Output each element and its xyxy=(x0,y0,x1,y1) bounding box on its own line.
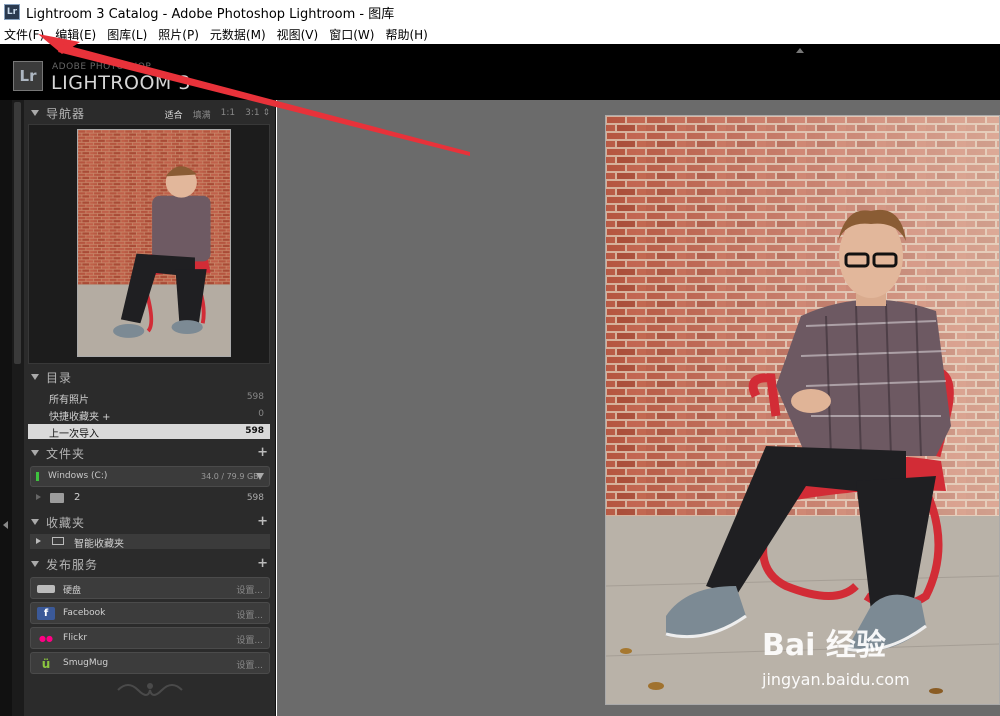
menu-photo[interactable]: 照片(P) xyxy=(158,26,199,43)
service-name: 硬盘 xyxy=(63,586,82,596)
add-publish-service-icon[interactable]: + xyxy=(257,556,268,571)
expand-triangle-icon[interactable] xyxy=(36,494,41,500)
menu-file[interactable]: 文件(F) xyxy=(4,26,44,43)
service-name: SmugMug xyxy=(63,658,109,668)
window-title: Lightroom 3 Catalog - Adobe Photoshop Li… xyxy=(26,6,395,22)
folders-title: 文件夹 xyxy=(46,446,86,461)
menu-window[interactable]: 窗口(W) xyxy=(329,26,374,43)
menu-edit[interactable]: 编辑(E) xyxy=(55,26,96,43)
scrollbar-thumb[interactable] xyxy=(14,102,21,364)
hard-drive-icon xyxy=(37,585,55,593)
catalog-row-label: 快捷收藏夹 + xyxy=(49,412,111,423)
navigator-header[interactable]: 导航器 适合 填满 1:1 3:1 ⇕ xyxy=(24,103,275,123)
smugmug-icon: ü xyxy=(41,656,51,671)
service-settings-button[interactable]: 设置... xyxy=(236,608,263,621)
flickr-icon: ●● xyxy=(39,634,53,643)
collections-header[interactable]: 收藏夹 + xyxy=(24,512,275,532)
smart-collections-row[interactable]: 智能收藏夹 xyxy=(30,534,270,550)
collapse-triangle-icon xyxy=(31,561,39,567)
zoom-1-1[interactable]: 1:1 xyxy=(221,108,235,121)
service-name: Flickr xyxy=(63,633,88,643)
baidu-watermark: Bai 经验 jingyan.baidu.com xyxy=(762,620,998,716)
catalog-quick-collection[interactable]: 快捷收藏夹 + 0 xyxy=(28,407,270,423)
title-bar: Lr Lightroom 3 Catalog - Adobe Photoshop… xyxy=(0,0,1000,24)
menu-library[interactable]: 图库(L) xyxy=(107,26,147,43)
service-settings-button[interactable]: 设置... xyxy=(236,633,263,646)
watermark-url: jingyan.baidu.com xyxy=(762,670,910,689)
menu-bar: 文件(F) 编辑(E) 图库(L) 照片(P) 元数据(M) 视图(V) 窗口(… xyxy=(0,24,1000,44)
catalog-row-count: 598 xyxy=(246,392,264,402)
facebook-icon: f xyxy=(37,607,55,620)
catalog-row-count: 0 xyxy=(258,409,264,419)
left-panel: 导航器 适合 填满 1:1 3:1 ⇕ 目录 所有照片 598 快捷收藏夹 + … xyxy=(24,100,276,716)
catalog-row-label: 所有照片 xyxy=(49,395,89,406)
main-photo[interactable] xyxy=(605,115,1000,705)
panel-end-ornament-icon xyxy=(117,683,183,696)
zoom-3-1[interactable]: 3:1 ⇕ xyxy=(245,108,270,121)
zoom-fit[interactable]: 适合 xyxy=(165,108,183,121)
brand-title: LIGHTROOM 3 xyxy=(51,72,191,94)
catalog-row-label: 上一次导入 xyxy=(49,429,99,440)
zoom-fill[interactable]: 填满 xyxy=(193,108,211,121)
navigator-thumbnail[interactable] xyxy=(77,129,231,357)
publish-service-smugmug[interactable]: ü SmugMug 设置... xyxy=(30,652,270,674)
expand-triangle-icon[interactable] xyxy=(36,538,41,544)
menu-help[interactable]: 帮助(H) xyxy=(385,26,427,43)
left-panel-edge xyxy=(0,100,12,716)
lightroom-logo-icon: Lr xyxy=(13,61,43,91)
service-settings-button[interactable]: 设置... xyxy=(236,583,263,596)
collapse-triangle-icon xyxy=(31,110,39,116)
menu-metadata[interactable]: 元数据(M) xyxy=(210,26,266,43)
service-name: Facebook xyxy=(63,608,106,618)
volume-status-icon xyxy=(36,472,39,481)
add-collection-icon[interactable]: + xyxy=(257,514,268,529)
add-folder-icon[interactable]: + xyxy=(257,445,268,460)
collapse-triangle-icon xyxy=(31,374,39,380)
folder-row[interactable]: 2 598 xyxy=(30,489,270,507)
volume-bar[interactable]: Windows (C:) 34.0 / 79.9 GB xyxy=(30,466,270,487)
collapse-triangle-icon xyxy=(31,519,39,525)
top-panel-toggle-icon[interactable] xyxy=(796,48,804,53)
folder-icon xyxy=(50,493,64,503)
navigator-preview[interactable] xyxy=(28,124,270,364)
smart-collection-label: 智能收藏夹 xyxy=(74,539,124,550)
watermark-logo: Bai 经验 xyxy=(762,628,886,663)
volume-menu-icon[interactable] xyxy=(256,473,264,480)
catalog-title: 目录 xyxy=(46,370,73,385)
navigator-zoom-options: 适合 填满 1:1 3:1 ⇕ xyxy=(165,108,270,121)
catalog-previous-import[interactable]: 上一次导入 598 xyxy=(28,424,270,440)
publish-service-flickr[interactable]: ●● Flickr 设置... xyxy=(30,627,270,649)
volume-size: 34.0 / 79.9 GB xyxy=(201,472,259,481)
left-panel-scrollbar[interactable] xyxy=(12,100,24,716)
service-settings-button[interactable]: 设置... xyxy=(236,658,263,671)
folder-name: 2 xyxy=(74,492,81,503)
volume-name: Windows (C:) xyxy=(48,471,108,481)
collapse-triangle-icon xyxy=(31,450,39,456)
collection-set-icon xyxy=(52,537,64,545)
publish-service-facebook[interactable]: f Facebook 设置... xyxy=(30,602,270,624)
collections-title: 收藏夹 xyxy=(46,515,86,530)
identity-plate: Lr ADOBE PHOTOSHOP LIGHTROOM 3 xyxy=(0,44,1000,100)
catalog-all-photos[interactable]: 所有照片 598 xyxy=(28,390,270,406)
catalog-row-count: 598 xyxy=(245,426,264,436)
publish-services-header[interactable]: 发布服务 + xyxy=(24,554,275,574)
left-panel-toggle-icon[interactable] xyxy=(3,521,8,529)
publish-service-hard-drive[interactable]: 硬盘 设置... xyxy=(30,577,270,599)
brand-subtitle: ADOBE PHOTOSHOP xyxy=(52,62,152,72)
navigator-title: 导航器 xyxy=(46,106,86,121)
catalog-header[interactable]: 目录 xyxy=(24,367,275,387)
folder-count: 598 xyxy=(246,493,264,503)
menu-view[interactable]: 视图(V) xyxy=(277,26,319,43)
lightroom-app-icon: Lr xyxy=(4,4,20,20)
folders-header[interactable]: 文件夹 + xyxy=(24,443,275,463)
publish-services-title: 发布服务 xyxy=(46,557,99,572)
